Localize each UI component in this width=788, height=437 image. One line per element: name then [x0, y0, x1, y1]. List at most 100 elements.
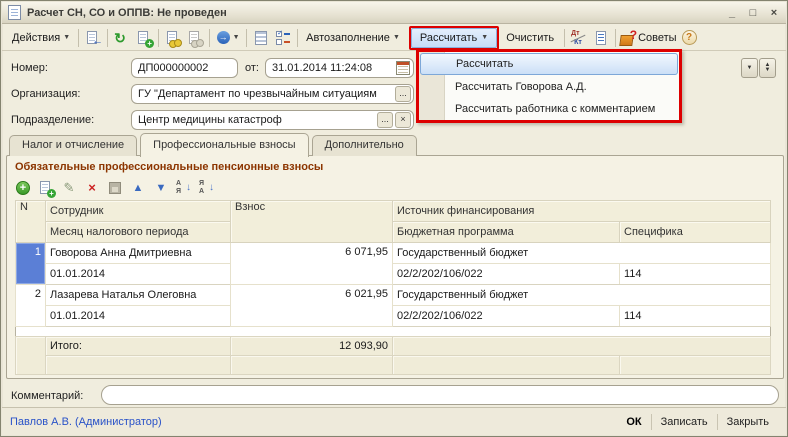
toolbar-separator [246, 29, 247, 47]
total-n-cell [16, 337, 46, 375]
total-label-cell: Итого: [46, 337, 231, 356]
specifics-cell[interactable]: 114 [620, 264, 771, 285]
dt-kt-button[interactable]: Дт Кт [568, 27, 590, 49]
actions-button[interactable]: Действия ▼ [7, 30, 75, 46]
department-select-button[interactable]: ... [377, 112, 393, 128]
chevron-down-icon: ▼ [233, 34, 240, 41]
month-cell[interactable]: 01.01.2014 [46, 264, 231, 285]
move-down-button[interactable]: ▼ [153, 180, 169, 196]
maximize-button[interactable]: □ [747, 7, 759, 19]
autofill-label: Автозаполнение [306, 32, 390, 44]
chevron-down-icon: ▼ [481, 34, 488, 41]
help-button[interactable]: ? [682, 30, 697, 45]
comment-input[interactable] [102, 386, 778, 404]
program-cell[interactable]: 02/2/202/106/022 [393, 264, 620, 285]
col-header-n[interactable]: N [16, 201, 46, 243]
organization-select-button[interactable]: ... [395, 86, 411, 102]
end-edit-button[interactable] [107, 180, 123, 196]
sort-ascending-button[interactable]: А Я ↓ [176, 180, 192, 196]
add-row-button[interactable]: + [15, 180, 31, 196]
undo-posting-button[interactable] [184, 27, 206, 49]
refresh-button[interactable]: ↻ [111, 27, 133, 49]
row-number-cell[interactable]: 1 [16, 243, 46, 285]
footer: Павлов А.В. (Администратор) ОК Записать … [2, 407, 786, 435]
toolbar-separator [209, 29, 210, 47]
tips-button[interactable]: Советы [637, 30, 681, 46]
source-cell[interactable]: Государственный бюджет [393, 285, 771, 306]
col-header-specifics[interactable]: Специфика [620, 222, 771, 243]
close-button[interactable]: × [768, 7, 780, 19]
undo-posting-icon [187, 30, 203, 46]
go-to-button[interactable]: → ▼ [213, 27, 243, 49]
tab-tax-deduction[interactable]: Налог и отчисление [9, 135, 137, 156]
program-cell[interactable]: 02/2/202/106/022 [393, 306, 620, 327]
sort-arrow-icon: ↓ [186, 182, 191, 193]
menu-item-calculate-govorova[interactable]: Рассчитать Говорова А.Д. [419, 76, 679, 98]
specifics-cell[interactable]: 114 [620, 306, 771, 327]
employee-cell[interactable]: Говорова Анна Дмитриевна [46, 243, 231, 264]
copy-button[interactable]: + [133, 27, 155, 49]
dt-kt-icon: Дт Кт [570, 30, 588, 46]
delete-row-button[interactable]: × [84, 180, 100, 196]
toolbar: Действия ▼ ← ↻ + [2, 25, 786, 51]
department-value: Центр медицины катастроф [132, 114, 377, 126]
tips-label: Советы [638, 32, 676, 44]
chevron-down-icon: ▼ [747, 66, 753, 71]
amount-cell[interactable]: 6 071,95 [231, 243, 393, 285]
minimize-button[interactable]: _ [726, 7, 738, 19]
pencil-icon: ✎ [64, 180, 75, 195]
tab-additional[interactable]: Дополнительно [312, 135, 417, 156]
calendar-icon[interactable] [396, 61, 410, 75]
window-title: Расчет СН, СО и ОППВ: Не проведен [27, 7, 227, 19]
post-document-button[interactable] [162, 27, 184, 49]
structure-button[interactable] [250, 27, 272, 49]
source-cell[interactable]: Государственный бюджет [393, 243, 771, 264]
col-header-source[interactable]: Источник финансирования [393, 201, 771, 222]
floppy-icon [109, 182, 121, 194]
table-row[interactable]: 1 Говорова Анна Дмитриевна 6 071,95 Госу… [16, 243, 771, 264]
calculate-button[interactable]: Рассчитать ▼ [411, 28, 497, 48]
spinner-control[interactable]: ▲ ▼ [759, 58, 776, 78]
employee-cell[interactable]: Лазарева Наталья Олеговна [46, 285, 231, 306]
move-up-button[interactable]: ▲ [130, 180, 146, 196]
table-subrow[interactable]: 01.01.2014 02/2/202/106/022 114 [16, 306, 771, 327]
tab-professional-contributions[interactable]: Профессиональные взносы [140, 133, 308, 157]
settings-list-button[interactable] [272, 27, 294, 49]
row-number-cell[interactable]: 2 [16, 285, 46, 327]
checkbox-list-icon [275, 30, 291, 46]
amount-cell[interactable]: 6 021,95 [231, 285, 393, 327]
copy-row-button[interactable]: + [38, 180, 54, 196]
ok-button[interactable]: ОК [617, 413, 650, 431]
table-subrow[interactable]: 01.01.2014 02/2/202/106/022 114 [16, 264, 771, 285]
department-clear-button[interactable]: × [395, 112, 411, 128]
number-value: ДП000000002 [132, 62, 237, 74]
number-field[interactable]: ДП000000002 [131, 58, 238, 78]
report-button[interactable] [590, 27, 612, 49]
combo-dropdown-button[interactable]: ▼ [741, 58, 758, 78]
menu-item-calculate[interactable]: Рассчитать [420, 53, 678, 75]
spinner-down-icon: ▼ [765, 68, 771, 73]
date-field[interactable]: 31.01.2014 11:24:08 [265, 58, 414, 78]
write-button[interactable]: Записать [652, 413, 717, 431]
autofill-button[interactable]: Автозаполнение ▼ [301, 30, 405, 46]
clear-button[interactable]: Очистить [499, 29, 561, 47]
month-cell[interactable]: 01.01.2014 [46, 306, 231, 327]
col-header-employee[interactable]: Сотрудник [46, 201, 231, 222]
col-header-program[interactable]: Бюджетная программа [393, 222, 620, 243]
current-user-link[interactable]: Павлов А.В. (Администратор) [10, 416, 162, 428]
department-field[interactable]: Центр медицины катастроф ... × [131, 110, 414, 130]
save-and-close-button[interactable]: ← [82, 27, 104, 49]
col-header-month[interactable]: Месяц налогового периода [46, 222, 231, 243]
table-row[interactable]: 2 Лазарева Наталья Олеговна 6 021,95 Гос… [16, 285, 771, 306]
tips-book-icon: ? [620, 30, 636, 46]
arrow-up-icon: ▲ [133, 182, 144, 194]
sort-descending-button[interactable]: Я А ↓ [199, 180, 215, 196]
edit-row-button[interactable]: ✎ [61, 180, 77, 196]
col-header-amount[interactable]: Взнос [231, 201, 393, 243]
organization-value: ГУ "Департамент по чрезвычайным ситуация… [132, 88, 395, 100]
close-form-button[interactable]: Закрыть [718, 413, 778, 431]
menu-item-calculate-with-comment[interactable]: Рассчитать работника с комментарием [419, 98, 679, 120]
comment-field-wrap [101, 385, 779, 405]
total-source-cell [393, 337, 771, 356]
organization-field[interactable]: ГУ "Департамент по чрезвычайным ситуация… [131, 84, 414, 104]
